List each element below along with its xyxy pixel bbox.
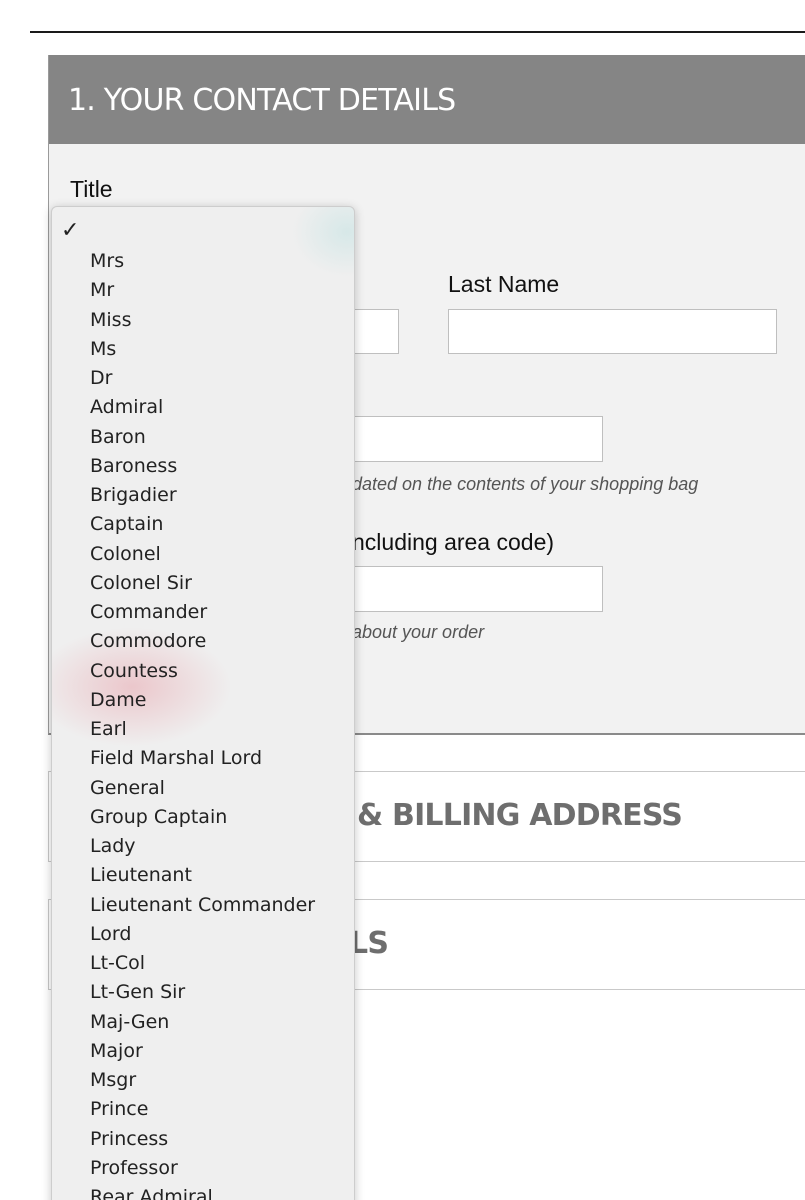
title-option[interactable]: Commodore [52, 627, 354, 656]
delivery-billing-title: & BILLING ADDRESS [357, 798, 683, 833]
title-option[interactable]: Rear Admiral [52, 1183, 354, 1200]
title-option[interactable]: Brigadier [52, 481, 354, 510]
title-option[interactable]: Maj-Gen [52, 1008, 354, 1037]
title-option[interactable]: Earl [52, 715, 354, 744]
title-option[interactable]: Lieutenant Commander [52, 891, 354, 920]
title-option[interactable]: Field Marshal Lord [52, 744, 354, 773]
title-option[interactable]: Prince [52, 1095, 354, 1124]
email-hint: dated on the contents of your shopping b… [352, 474, 699, 494]
title-dropdown-menu[interactable]: ✓ Mrs Mr Miss Ms Dr Admiral Baron Baroness Briga… [51, 206, 355, 1200]
last-name-label: Last Name [448, 271, 560, 297]
title-option[interactable]: Professor [52, 1154, 354, 1183]
contact-details-title: 1. YOUR CONTACT DETAILS [68, 83, 456, 118]
title-option[interactable]: Ms [52, 335, 354, 364]
title-option[interactable]: Major [52, 1037, 354, 1066]
title-option[interactable]: General [52, 774, 354, 803]
title-option[interactable]: Baron [52, 423, 354, 452]
title-option[interactable]: Captain [52, 510, 354, 539]
title-option[interactable]: Lt-Col [52, 949, 354, 978]
contact-details-header[interactable]: 1. YOUR CONTACT DETAILS [49, 55, 805, 144]
title-option[interactable]: Dame [52, 686, 354, 715]
title-option[interactable]: Miss [52, 306, 354, 335]
title-option[interactable]: Lady [52, 832, 354, 861]
title-option[interactable]: Lord [52, 920, 354, 949]
title-option[interactable]: Baroness [52, 452, 354, 481]
email-input[interactable] [339, 416, 603, 462]
title-option[interactable]: Commander [52, 598, 354, 627]
title-option[interactable]: Dr [52, 364, 354, 393]
title-option[interactable]: Msgr [52, 1066, 354, 1095]
title-option[interactable]: Mrs [52, 247, 354, 276]
top-divider [30, 31, 805, 33]
selected-check-icon: ✓ [61, 217, 80, 242]
title-option[interactable]: Princess [52, 1125, 354, 1154]
title-option[interactable]: Mr [52, 276, 354, 305]
title-option[interactable]: Colonel Sir [52, 569, 354, 598]
title-option[interactable]: Lieutenant [52, 861, 354, 890]
last-name-input[interactable] [448, 309, 777, 354]
title-option[interactable]: Group Captain [52, 803, 354, 832]
title-option[interactable]: Colonel [52, 540, 354, 569]
title-option[interactable]: Lt-Gen Sir [52, 978, 354, 1007]
phone-hint: about your order [352, 622, 485, 642]
title-option[interactable]: Countess [52, 657, 354, 686]
phone-input[interactable] [339, 566, 603, 612]
title-option-list: Mrs Mr Miss Ms Dr Admiral Baron Baroness Brigadi… [52, 247, 354, 1200]
phone-label: ncluding area code) [352, 529, 555, 555]
title-label: Title [70, 176, 113, 202]
title-option[interactable]: Admiral [52, 393, 354, 422]
